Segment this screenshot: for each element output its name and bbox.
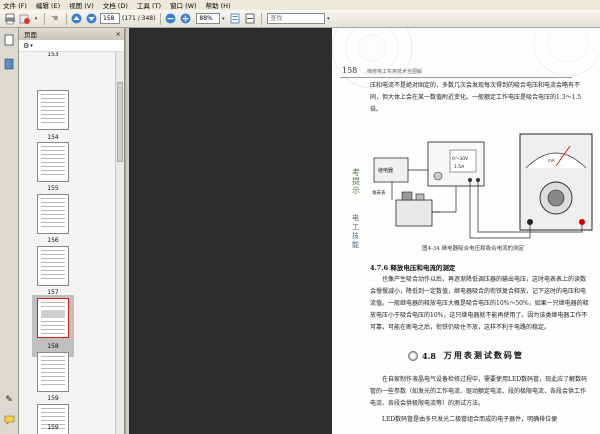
thumbnail-label: 156 xyxy=(47,237,59,244)
figure-psu-top-label: 0～30V xyxy=(452,156,469,162)
menu-window[interactable]: 窗口 (W) xyxy=(170,0,197,10)
section-title: 万用表测试数码管 xyxy=(443,350,524,360)
relay-test-figure: 继电器 0～30V 1.5A mA 毫安表 xyxy=(372,133,593,239)
toolbar: ▾ ☚ (171 / 348) ▾ ▾ xyxy=(0,10,600,28)
hand-tool-icon[interactable]: ☚ xyxy=(48,12,61,25)
thumbnail-label: 155 xyxy=(47,185,59,192)
next-page-icon[interactable] xyxy=(85,12,98,25)
thumbnail-label: 159 xyxy=(47,395,59,402)
scrollbar-thumb[interactable] xyxy=(117,82,123,162)
thumbnail-label: 159 xyxy=(47,424,59,431)
options-gear-icon[interactable]: ⚙ xyxy=(23,42,29,50)
running-header: 维修电工实用技术全图解 xyxy=(367,69,423,75)
page-thumbnail-selected[interactable] xyxy=(37,298,69,338)
bookmarks-icon[interactable] xyxy=(3,58,15,70)
panel-title: 页面 xyxy=(24,31,37,39)
fit-width-icon[interactable] xyxy=(243,12,256,25)
panel-scrollbar[interactable] xyxy=(115,52,124,434)
attachments-icon[interactable]: ✎ xyxy=(3,394,15,406)
panel-close-icon[interactable]: × xyxy=(116,30,121,38)
section-number: 4.8 xyxy=(422,350,436,361)
figure-meter-label: 毫安表 xyxy=(372,189,386,196)
toolbar-separator xyxy=(66,12,67,25)
section-heading-4-8: 4.8 万用表测试数码管 xyxy=(408,350,524,361)
pages-panel: 页面 × ⚙ ▾ 153 154 155 156 157 158 159 159 xyxy=(19,28,125,434)
toolbar-separator xyxy=(261,12,263,25)
comments-icon[interactable] xyxy=(3,414,15,426)
menu-bar: 文件 (F) 编辑 (E) 视图 (V) 文档 (D) 工具 (T) 窗口 (W… xyxy=(0,0,600,10)
search-dropdown-icon[interactable]: ▾ xyxy=(325,12,331,25)
toolbar-separator xyxy=(160,12,162,25)
figure-caption: 图4-34 继电器吸合电压和吸合电流的测定 xyxy=(422,246,525,252)
thumbnail-list: 153 154 155 156 157 158 159 159 xyxy=(19,52,115,434)
document-view: 158 维修电工实用技术全图解 压和电流不是绝对固定的，多数几次会发现每次得到的… xyxy=(129,28,600,434)
toolbar-separator xyxy=(44,12,45,25)
pdf-reader-window: 文件 (F) 编辑 (E) 视图 (V) 文档 (D) 工具 (T) 窗口 (W… xyxy=(0,0,600,434)
section-bullet-icon xyxy=(408,350,418,361)
pages-icon[interactable] xyxy=(3,34,15,46)
print-icon[interactable] xyxy=(3,12,16,25)
thumbnail-label: 158 xyxy=(47,343,59,350)
options-dropdown-icon[interactable]: ▾ xyxy=(30,43,33,49)
body-paragraph: 在自家制作液晶电气设备检修过程中，需要使用LED数码管，现此应了解数码管的一些参… xyxy=(370,376,588,407)
side-margin-mark-b: 电工技能 xyxy=(352,214,359,249)
menu-tools[interactable]: 工具 (T) xyxy=(137,0,161,10)
page-thumbnail[interactable] xyxy=(37,246,69,286)
zoom-dropdown-icon[interactable]: ▾ xyxy=(220,12,226,25)
figure-psu-bottom-label: 1.5A xyxy=(454,164,465,170)
section-heading: 4.7.6 释放电压和电流的测定 xyxy=(370,264,456,272)
page-thumbnail[interactable] xyxy=(37,90,69,130)
panel-options: ⚙ ▾ xyxy=(19,40,124,52)
body-paragraph: 压和电流不是绝对固定的，多数几次会发现每次得到的吸合电压和电流会略有不同，但大体… xyxy=(370,82,582,113)
page-thumbnail[interactable] xyxy=(37,352,69,392)
body-paragraph: LED数码管是由多只发光二极管组合而成的电子器件，明确排位便 xyxy=(382,416,558,423)
menu-view[interactable]: 视图 (V) xyxy=(69,0,94,10)
zoom-level-input[interactable] xyxy=(196,13,221,24)
thumbnail-label: 154 xyxy=(47,134,59,141)
prev-page-icon[interactable] xyxy=(70,12,83,25)
dropdown-arrow-icon[interactable]: ▾ xyxy=(33,12,39,25)
navigation-strip: ✎ xyxy=(0,28,19,434)
figure-relay-label: 继电器 xyxy=(378,167,393,174)
menu-file[interactable]: 文件 (F) xyxy=(3,0,27,10)
page-number-input[interactable] xyxy=(100,13,120,24)
header-rule xyxy=(340,77,572,78)
menu-help[interactable]: 帮助 (H) xyxy=(206,0,231,10)
page-number: 158 xyxy=(342,66,358,75)
page-thumbnail[interactable] xyxy=(37,194,69,234)
page-range-label: (171 / 348) xyxy=(122,15,156,22)
zoom-in-icon[interactable] xyxy=(179,12,192,25)
menu-document[interactable]: 文档 (D) xyxy=(103,0,128,10)
panel-header: 页面 × xyxy=(19,28,124,40)
search-input[interactable] xyxy=(267,13,326,24)
email-icon[interactable] xyxy=(18,12,31,25)
figure-meter-unit-label: mA xyxy=(548,158,555,163)
zoom-out-icon[interactable] xyxy=(164,12,177,25)
side-margin-mark: 考提示 xyxy=(352,168,360,195)
fit-page-icon[interactable] xyxy=(228,12,241,25)
pdf-page: 158 维修电工实用技术全图解 压和电流不是绝对固定的，多数几次会发现每次得到的… xyxy=(332,28,600,434)
body-paragraph: 也像产生吸合动作以后，再逐渐降低调压器的输出电压，这时电表表上的读数会慢慢减小，… xyxy=(370,276,589,331)
menu-edit[interactable]: 编辑 (E) xyxy=(36,0,60,10)
thumbnail-label: 153 xyxy=(47,52,59,58)
page-thumbnail[interactable] xyxy=(37,142,69,182)
